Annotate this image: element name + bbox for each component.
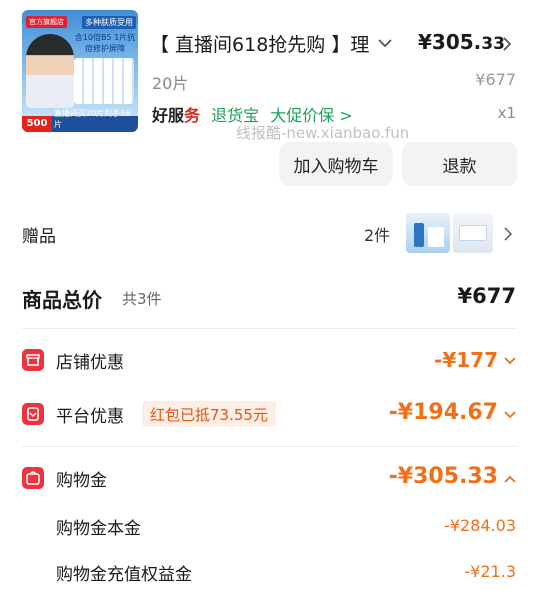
gifts-count[interactable]: 2件 — [364, 222, 390, 246]
store-discount-value[interactable]: -¥177 — [434, 348, 498, 372]
chevron-down-icon[interactable] — [376, 34, 394, 52]
thumbnail-tag: 多种肤质受用 — [82, 16, 136, 29]
original-price: ¥677 — [475, 70, 516, 89]
thumbnail-product-image — [74, 58, 134, 104]
product-spec: 20片 — [152, 74, 189, 93]
total-price-value: ¥677 — [457, 284, 516, 308]
chevron-right-icon[interactable] — [502, 225, 514, 243]
product-price-int: ¥305. — [418, 30, 482, 54]
watermark: 线报酷-new.xianbao.fun — [236, 124, 410, 142]
product-thumbnail[interactable]: 官方旗舰店 多种肤质受用 含10倍B5 1片抗痘修护屏障 500 直播间买20片… — [22, 10, 138, 132]
gifts-label: 赠品 — [22, 227, 56, 247]
shopping-credit-bonus-value: -¥21.3 — [464, 562, 516, 581]
shopping-credit-icon — [22, 467, 44, 489]
red-packet-tag: 红包已抵73.55元 — [142, 401, 276, 427]
shopping-credit-principal-label: 购物金本金 — [56, 519, 141, 539]
chevron-down-icon[interactable] — [503, 355, 517, 367]
divider — [22, 328, 518, 329]
quantity: x1 — [497, 104, 516, 122]
good-service-suffix: 务 — [184, 106, 201, 125]
thumbnail-price-badge: 500 — [22, 116, 52, 132]
platform-discount-value[interactable]: -¥194.67 — [389, 400, 498, 425]
add-to-cart-button[interactable]: 加入购物车 — [279, 142, 393, 186]
gift-thumbnail[interactable] — [406, 213, 450, 253]
shopping-credit-bonus-label: 购物金充值权益金 — [56, 565, 192, 585]
thumbnail-title: 含10倍B5 1片抗痘修护屏障 — [74, 33, 136, 53]
thumbnail-brand: 官方旗舰店 — [26, 16, 67, 28]
thumbnail-person-image — [26, 34, 74, 108]
chevron-right-icon[interactable] — [500, 36, 514, 52]
refund-button[interactable]: 退款 — [402, 142, 517, 186]
divider — [22, 446, 518, 447]
product-title[interactable]: 【 直播间618抢先购 】理 — [150, 30, 370, 57]
total-item-count: 共3件 — [122, 290, 162, 308]
product-price: ¥305.33 — [418, 30, 505, 54]
chevron-up-icon[interactable] — [503, 473, 517, 485]
shopping-credit-label: 购物金 — [56, 471, 107, 491]
platform-discount-label: 平台优惠 — [56, 407, 124, 427]
gift-thumbnail[interactable] — [453, 213, 493, 253]
store-discount-label: 店铺优惠 — [56, 353, 124, 373]
shopping-credit-principal-value: -¥284.03 — [444, 516, 516, 535]
platform-icon — [22, 403, 44, 425]
thumbnail-bottom-text: 直播间买20片到手56片 — [54, 109, 131, 129]
chevron-down-icon[interactable] — [503, 409, 517, 421]
shopping-credit-value[interactable]: -¥305.33 — [389, 464, 498, 489]
total-price-label: 商品总价 — [22, 288, 102, 312]
good-service-badge: 好服务 — [152, 106, 200, 125]
store-icon — [22, 349, 44, 371]
good-service-prefix: 好服 — [152, 106, 185, 125]
